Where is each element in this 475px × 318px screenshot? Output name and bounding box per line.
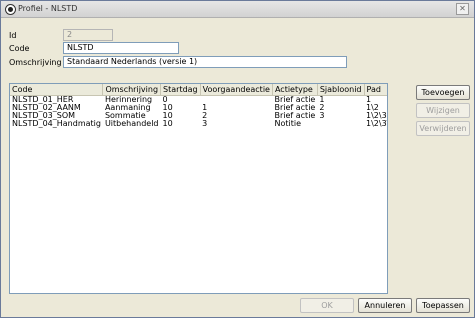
column-header-start-day[interactable]: Startdag [160, 84, 201, 96]
cell-path: 1 [366, 95, 372, 104]
cell-code: NLSTD_02_AANM [12, 104, 81, 112]
description-field[interactable]: Standaard Nederlands (versie 1) [63, 56, 347, 68]
cell-description: Aanmaning [104, 104, 151, 112]
cell-action-type: Brief actie [274, 112, 316, 120]
cell-start-day: 0 [162, 95, 168, 104]
cell-description: Uitbehandeld [104, 120, 159, 128]
add-button[interactable]: Toevoegen [416, 85, 470, 100]
cell-path: 1\2\3 [366, 112, 387, 120]
actions-list[interactable]: Code Omschrijving Startdag Voorgaandeactie A… [9, 83, 388, 294]
cell-template-id: 1 [319, 95, 325, 104]
cell-previous-action: 3 [202, 120, 208, 128]
table-body: NLSTD_01_HER Herinnering 0 Brief actie 1 1 NLS… [10, 95, 387, 129]
cell-template-id [317, 120, 364, 128]
table-row[interactable]: NLSTD_04_Handmatig Uitbehandeld 10 3 Notitie… [10, 120, 387, 128]
app-icon [5, 4, 16, 15]
ok-button[interactable]: OK [300, 298, 354, 313]
cell-code: NLSTD_04_Handmatig [12, 120, 101, 128]
id-label: Id [9, 31, 17, 40]
table-row[interactable]: NLSTD_03_SOM Sommatie 10 2 Brief actie 3 1\2\3 [10, 112, 387, 120]
cell-description: Sommatie [104, 112, 146, 120]
cancel-button[interactable]: Annuleren [358, 298, 412, 313]
cell-previous-action: 2 [202, 112, 208, 120]
remove-button[interactable]: Verwijderen [416, 121, 470, 136]
cell-previous-action: 1 [202, 104, 208, 112]
table-row[interactable]: NLSTD_02_AANM Aanmaning 10 1 Brief actie 2 1\2 [10, 104, 387, 112]
apply-button[interactable]: Toepassen [416, 298, 470, 313]
column-header-code[interactable]: Code [10, 84, 104, 96]
column-header-action-type[interactable]: Actietype [272, 84, 318, 96]
cell-code: NLSTD_03_SOM [12, 112, 76, 120]
cell-start-day: 10 [162, 104, 173, 112]
column-header-template-id[interactable]: Sjabloonid [317, 84, 365, 96]
edit-button[interactable]: Wijzigen [416, 103, 470, 118]
cell-code: NLSTD_01_HER [12, 95, 74, 104]
close-icon[interactable]: ✕ [456, 3, 469, 15]
profile-dialog: Profiel - NLSTD ✕ Id 2 Code NLSTD Omschr… [0, 0, 475, 318]
cell-action-type: Brief actie [274, 95, 316, 104]
title-bar[interactable]: Profiel - NLSTD ✕ [1, 1, 474, 18]
column-header-path[interactable]: Pad [364, 84, 387, 96]
description-label: Omschrijving [9, 58, 62, 67]
id-field: 2 [63, 29, 113, 41]
cell-previous-action [200, 96, 272, 105]
cell-template-id: 3 [319, 112, 325, 120]
cell-start-day: 10 [162, 112, 173, 120]
table-row[interactable]: NLSTD_01_HER Herinnering 0 Brief actie 1 1 [10, 95, 387, 105]
column-header-previous-action[interactable]: Voorgaandeactie [200, 84, 273, 96]
cell-path: 1\2 [366, 104, 379, 112]
code-field[interactable]: NLSTD [63, 42, 179, 54]
cell-start-day: 10 [162, 120, 173, 128]
cell-description: Herinnering [104, 95, 153, 104]
table-header: Code Omschrijving Startdag Voorgaandeactie A… [10, 84, 387, 96]
cell-action-type: Notitie [274, 120, 301, 128]
code-label: Code [9, 44, 30, 53]
column-header-description[interactable]: Omschrijving [102, 84, 162, 96]
cell-template-id: 2 [319, 104, 325, 112]
window-title: Profiel - NLSTD [18, 4, 78, 13]
cell-path: 1\2\3\4 [366, 120, 387, 128]
cell-action-type: Brief actie [274, 104, 316, 112]
